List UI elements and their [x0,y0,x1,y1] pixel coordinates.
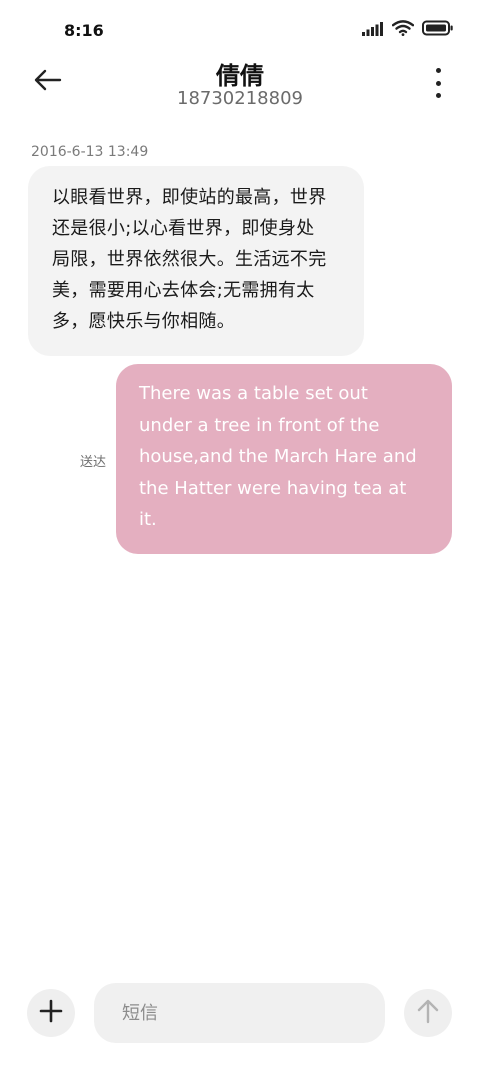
send-arrow-up-icon [416,998,440,1028]
message-line: under a tree in front of the [139,414,380,436]
message-line: the Hatter were having tea at [139,477,407,499]
more-options-button[interactable] [430,68,446,98]
message-line: 多，愿快乐与你相随。 [52,311,235,332]
status-bar: 8:16 [0,0,480,60]
plus-icon [39,999,63,1027]
more-vertical-icon [435,93,441,98]
more-vertical-icon [435,80,441,86]
more-vertical-icon [435,68,441,73]
signal-icon [362,21,384,40]
message-line: There was a table set out [139,383,368,404]
message-line: 美，需要用心去体会;无需拥有太 [52,280,315,301]
message-line: 还是很小;以心看世界，即使身处 [52,218,315,239]
status-time: 8:16 [64,21,104,40]
send-button[interactable] [404,989,452,1037]
message-line: 以眼看世界，即使站的最高，世界 [52,187,327,208]
incoming-message-bubble[interactable]: 以眼看世界，即使站的最高，世界 还是很小;以心看世界，即使身处 局限，世界依然很… [28,166,364,356]
message-line: it. [139,509,157,530]
delivery-status: 送达 [80,455,107,470]
wifi-icon [391,20,415,40]
message-timestamp: 2016-6-13 13:49 [31,144,149,160]
status-icons [362,20,454,40]
message-line: 局限，世界依然很大。生活远不完 [52,249,327,270]
add-attachment-button[interactable] [27,989,75,1037]
battery-icon [422,20,454,40]
message-input[interactable] [94,983,385,1043]
contact-name: 倩倩 [216,62,264,90]
conversation-header: 倩倩 18730218809 [0,52,480,116]
message-line: house,and the March Hare and [139,446,417,467]
outgoing-message-bubble[interactable]: There was a table set out under a tree i… [116,364,452,554]
contact-number: 18730218809 [177,88,303,109]
